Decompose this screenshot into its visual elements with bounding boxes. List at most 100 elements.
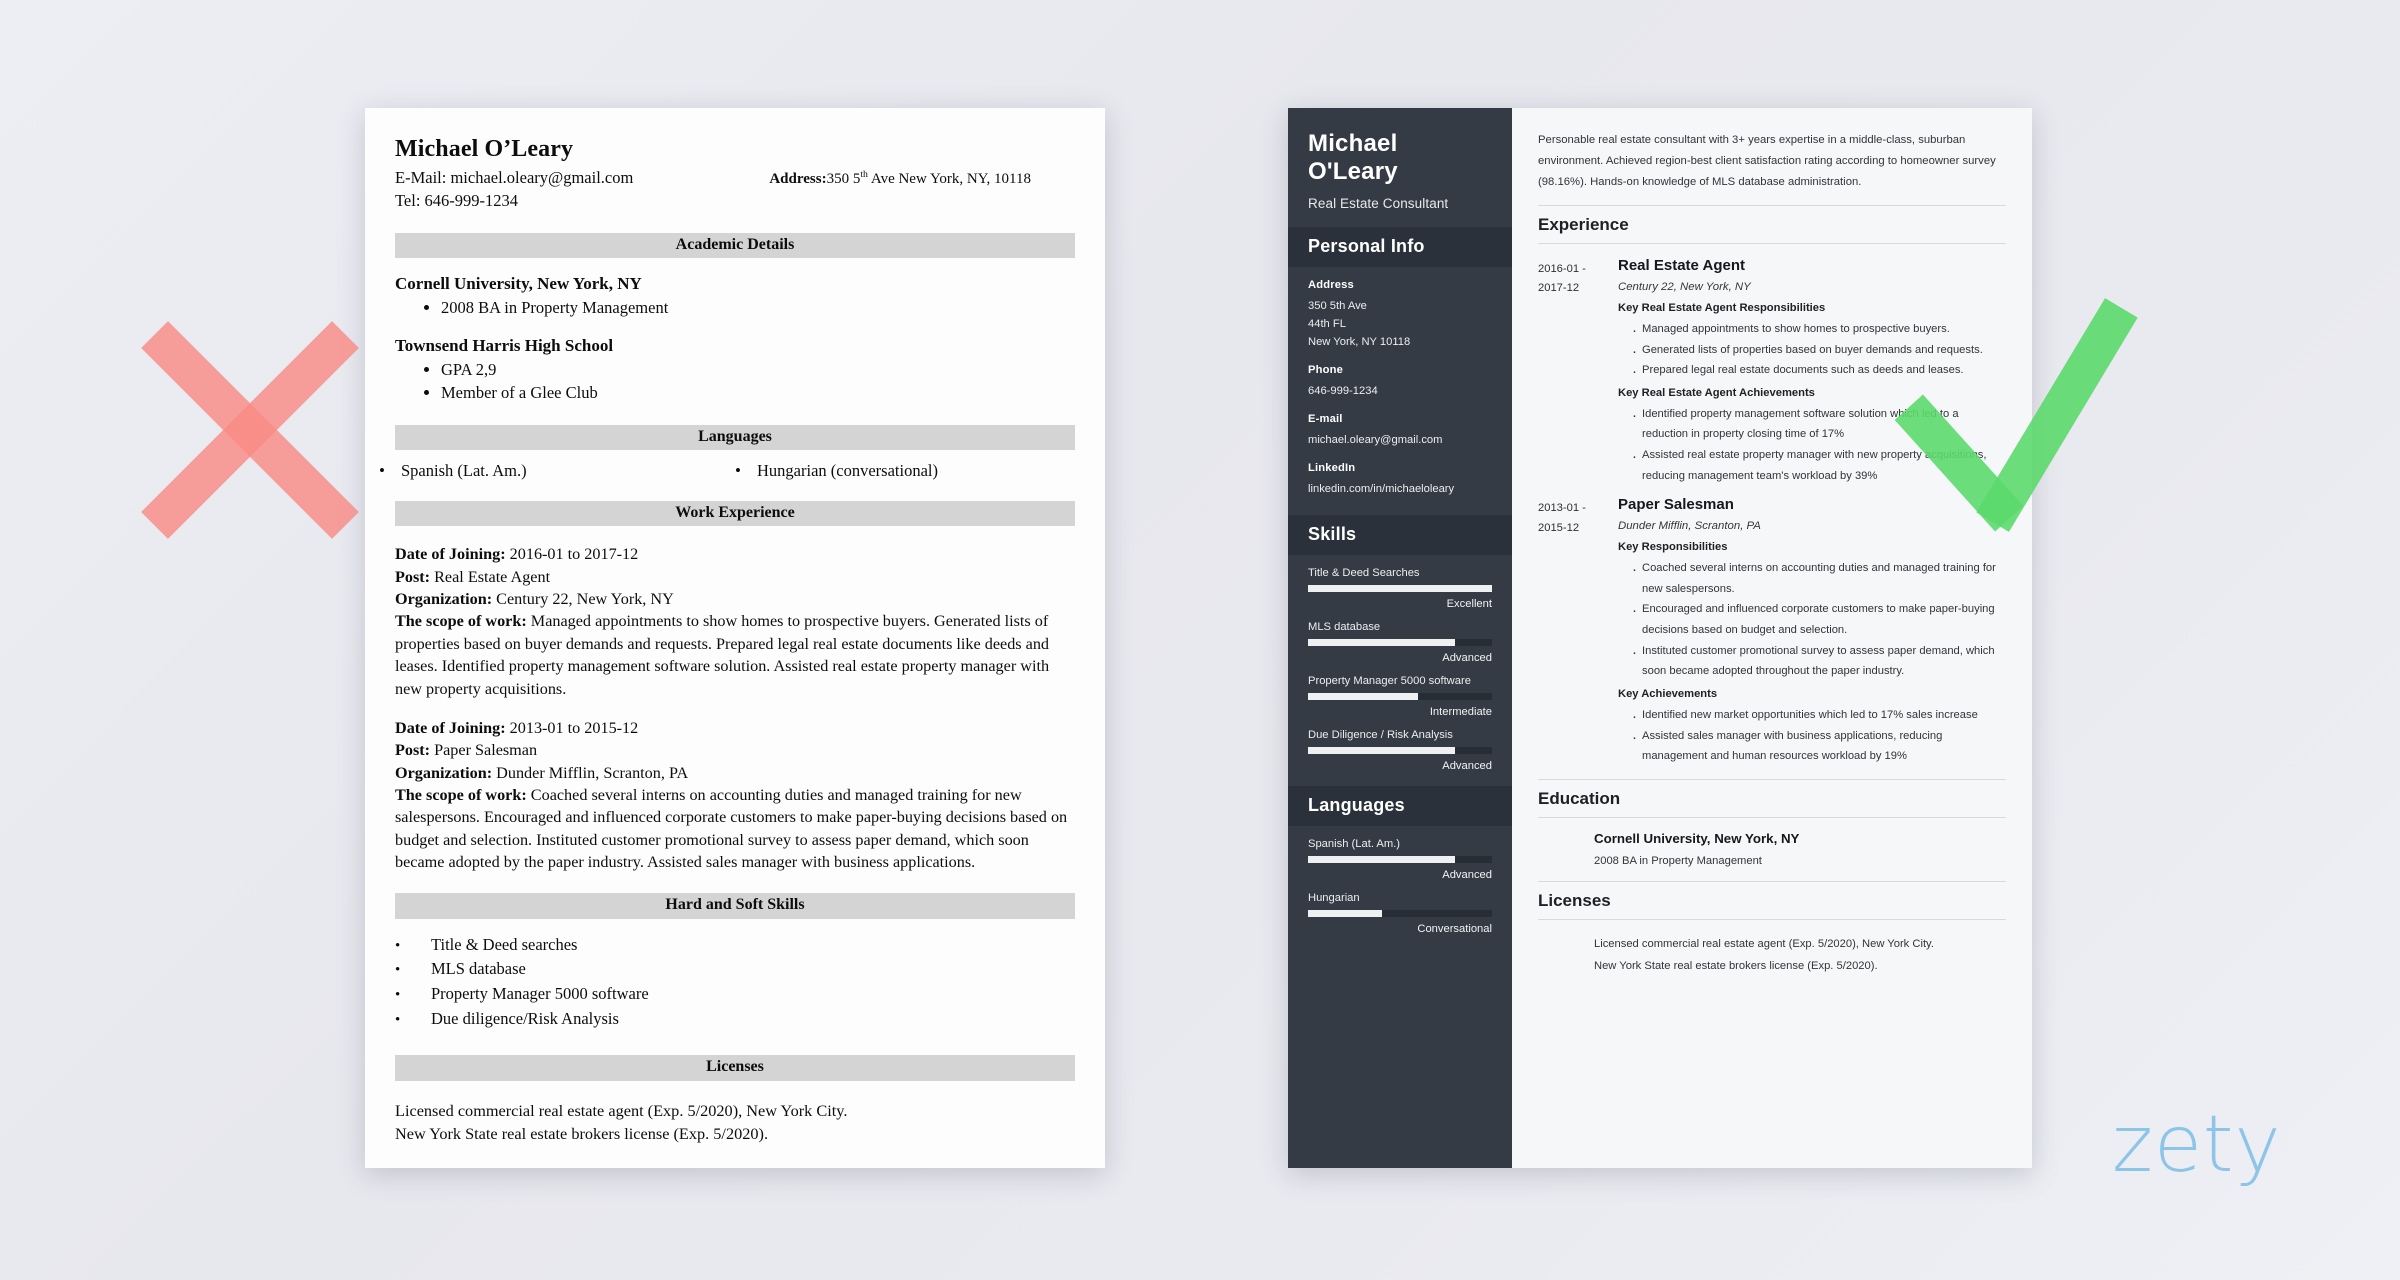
- good-job-1-org: Dunder Mifflin, Scranton, PA: [1618, 520, 1761, 533]
- date-from: 2013-01 -: [1538, 502, 1586, 515]
- good-job-0-responsibilities: Managed appointments to show homes to pr…: [1618, 317, 2006, 385]
- good-heading-licenses: Licenses: [1538, 880, 2006, 920]
- good-sidebar-heading-personal-info: Personal Info: [1288, 226, 1512, 267]
- bullet-icon: •: [395, 937, 401, 954]
- good-licenses-list: Licensed commercial real estate agent (E…: [1538, 933, 2006, 978]
- good-job-0-org: Century 22, New York, NY: [1618, 281, 1751, 293]
- bad-job-0-date-value: 2016-01 to 2017-12: [505, 545, 639, 564]
- bad-language-1-label: Hungarian (conversational): [757, 460, 938, 480]
- list-item: • Title & Deed searches: [395, 933, 1075, 958]
- good-field-phone-label: Phone: [1308, 364, 1343, 377]
- date-from: 2016-01 -: [1538, 263, 1586, 275]
- bad-resume-contact-left: E-Mail: michael.oleary@gmail.com Tel: 64…: [395, 167, 633, 213]
- bad-resume-contact-row: E-Mail: michael.oleary@gmail.com Tel: 64…: [395, 167, 1075, 213]
- bad-job-1-org: Organization: Dunder Mifflin, Scranton, …: [395, 762, 1075, 784]
- skill-level: Intermediate: [1429, 705, 1492, 718]
- bad-job-0-post: Post: Real Estate Agent: [395, 566, 1075, 588]
- bad-resume-name: Michael O’Leary: [395, 136, 574, 162]
- skill-meter-2: Property Manager 5000 software Intermedi…: [1308, 675, 1492, 718]
- list-item: Managed appointments to show homes to pr…: [1632, 317, 2006, 344]
- list-item: 2008 BA in Property Management: [441, 296, 1075, 319]
- skill-bar-fill: [1308, 638, 1456, 646]
- bad-school-0: Cornell University, New York, NY: [395, 274, 642, 294]
- bad-resume-address-label: Address:: [769, 171, 827, 188]
- good-resume-header: Michael O'Leary Real Estate Consultant: [1288, 108, 1512, 227]
- address-line: 350 5th Ave: [1308, 299, 1367, 312]
- list-item: Prepared legal real estate documents suc…: [1632, 358, 2006, 385]
- bad-resume-email: E-Mail: michael.oleary@gmail.com: [395, 168, 634, 188]
- good-resume-name-line1: Michael: [1308, 130, 1398, 157]
- zety-logo: zety: [2112, 1100, 2282, 1190]
- bullet-icon: •: [395, 1011, 401, 1028]
- good-education-school: Cornell University, New York, NY: [1594, 830, 1800, 846]
- bullet-icon: •: [735, 460, 741, 480]
- bad-job-0-org: Organization: Century 22, New York, NY: [395, 588, 1075, 610]
- language-bar-fill: [1308, 909, 1382, 917]
- bad-resume-address-post: Ave New York, NY, 10118: [867, 171, 1031, 188]
- skill-bar-track: [1308, 692, 1492, 700]
- good-heading-experience: Experience: [1538, 205, 2006, 244]
- bad-resume-address: Address:350 5th Ave New York, NY, 10118: [769, 167, 1075, 190]
- bad-job-1-date: Date of Joining: 2013-01 to 2015-12: [395, 717, 1075, 739]
- bad-resume-phone: Tel: 646-999-1234: [395, 191, 519, 211]
- language-name: Hungarian: [1308, 891, 1360, 904]
- bad-school-1: Townsend Harris High School: [395, 335, 614, 355]
- bad-job-0-org-value: Century 22, New York, NY: [492, 590, 674, 609]
- date-to: 2017-12: [1538, 282, 1580, 295]
- bad-license-1: New York State real estate brokers licen…: [395, 1123, 769, 1143]
- good-field-linkedin: LinkedIn linkedin.com/in/michaeloleary: [1308, 462, 1492, 498]
- good-resume-name: Michael O'Leary: [1308, 130, 1492, 186]
- good-sidebar-heading-languages: Languages: [1288, 785, 1512, 826]
- bad-languages-row: • Spanish (Lat. Am.) • Hungarian (conver…: [379, 460, 1075, 481]
- good-resume-name-line2: O'Leary: [1308, 157, 1398, 185]
- skill-name: MLS database: [1308, 620, 1381, 633]
- good-resume-document: Michael O'Leary Real Estate Consultant P…: [1288, 108, 2032, 1168]
- bullet-icon: •: [395, 986, 401, 1003]
- bad-job-1-org-label: Organization:: [395, 763, 493, 782]
- bad-resume-document: Michael O’Leary E-Mail: michael.oleary@g…: [365, 108, 1105, 1168]
- bad-job-0: Date of Joining: 2016-01 to 2017-12 Post…: [395, 543, 1075, 700]
- good-job-1: 2013-01 - 2015-12 Paper Salesman Dunder …: [1538, 496, 2006, 770]
- list-item: • Property Manager 5000 software: [395, 982, 1075, 1007]
- bad-job-0-date: Date of Joining: 2016-01 to 2017-12: [395, 543, 1075, 565]
- skill-name: Title & Deed Searches: [1308, 566, 1420, 579]
- skill-level: Advanced: [1442, 759, 1492, 772]
- bad-job-0-scope: The scope of work: Managed appointments …: [395, 610, 1075, 699]
- bad-job-0-org-label: Organization:: [395, 590, 493, 609]
- bad-job-0-post-label: Post:: [395, 567, 431, 586]
- date-to: 2015-12: [1538, 521, 1580, 534]
- good-resume-main-column: Personable real estate consultant with 3…: [1512, 108, 2032, 1168]
- language-level: Conversational: [1417, 922, 1492, 935]
- good-job-1-dates: 2013-01 - 2015-12: [1538, 496, 1606, 770]
- good-job-1-achievements-label: Key Achievements: [1618, 687, 1718, 700]
- language-bar-track: [1308, 855, 1492, 863]
- good-resume-job-title: Real Estate Consultant: [1308, 195, 1449, 211]
- good-job-0-body: Real Estate Agent Century 22, New York, …: [1606, 257, 2006, 490]
- good-field-linkedin-value[interactable]: linkedin.com/in/michaeloleary: [1308, 480, 1492, 498]
- skill-bar-track: [1308, 746, 1492, 754]
- bullet-icon: •: [395, 962, 401, 979]
- good-job-1-responsibilities: Coached several interns on accounting du…: [1618, 556, 2006, 682]
- skill-name: Due Diligence / Risk Analysis: [1308, 728, 1453, 741]
- bad-section-skills: Hard and Soft Skills: [395, 893, 1075, 919]
- list-item: • MLS database: [395, 957, 1075, 982]
- bad-skill-2: Property Manager 5000 software: [431, 983, 649, 1003]
- bullet-icon: •: [379, 460, 385, 480]
- bad-job-0-scope-label: The scope of work:: [395, 612, 527, 631]
- skill-level: Advanced: [1442, 651, 1492, 664]
- good-field-phone-value: 646-999-1234: [1308, 385, 1378, 398]
- bad-skills-list: • Title & Deed searches • MLS database • Pr…: [395, 933, 1075, 1031]
- language-name: Spanish (Lat. Am.): [1308, 837, 1401, 850]
- good-license-0: Licensed commercial real estate agent (E…: [1594, 937, 1934, 950]
- good-field-linkedin-label: LinkedIn: [1308, 462, 1356, 475]
- list-item: Instituted customer promotional survey t…: [1632, 639, 2006, 682]
- good-job-1-body: Paper Salesman Dunder Mifflin, Scranton,…: [1606, 496, 2006, 770]
- list-item: Coached several interns on accounting du…: [1632, 556, 2006, 599]
- bad-job-1-date-value: 2013-01 to 2015-12: [505, 718, 639, 737]
- good-heading-education: Education: [1538, 778, 2006, 818]
- list-item: Identified property management software …: [1632, 402, 2006, 445]
- good-job-1-role: Paper Salesman: [1618, 496, 1734, 514]
- bad-section-academic: Academic Details: [395, 232, 1075, 259]
- good-field-email-value[interactable]: michael.oleary@gmail.com: [1308, 431, 1492, 449]
- bad-license-0: Licensed commercial real estate agent (E…: [395, 1100, 848, 1120]
